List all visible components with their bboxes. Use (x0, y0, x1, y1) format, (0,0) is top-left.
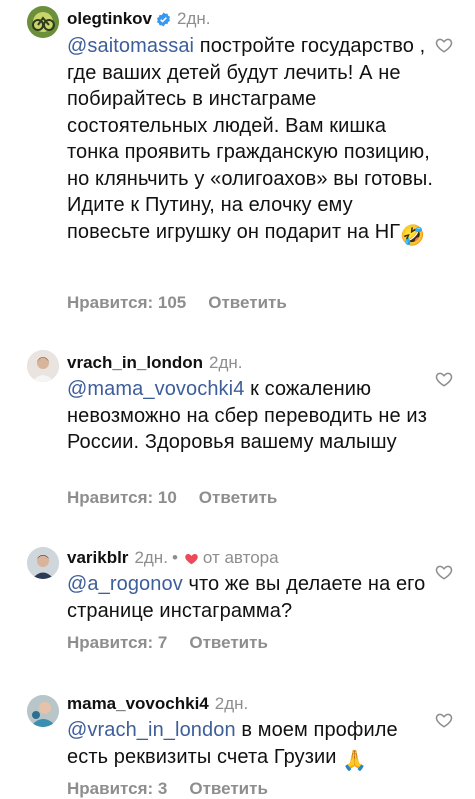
mention-link[interactable]: @a_rogonov (67, 573, 183, 595)
separator-dot: • (171, 548, 178, 567)
comment-actions: Нравится: 105 Ответить (67, 293, 287, 313)
avatar[interactable] (27, 547, 59, 579)
likes-count[interactable]: Нравится: 10 (67, 488, 177, 507)
username[interactable]: mama_vovochki4 (67, 694, 209, 713)
like-heart-icon[interactable] (435, 711, 453, 729)
mention-link[interactable]: @vrach_in_london (67, 719, 236, 741)
mention-link[interactable]: @mama_vovochki4 (67, 378, 244, 400)
comment-text: @vrach_in_london в моем профиле есть рек… (67, 717, 437, 774)
reply-button[interactable]: Ответить (199, 488, 278, 507)
verified-badge-icon (156, 11, 171, 33)
author-heart-icon (184, 549, 199, 571)
timestamp: 2дн. (214, 694, 249, 713)
comment-text: @saitomassai постройте государство , где… (67, 33, 437, 249)
comment-actions: Нравится: 7 Ответить (67, 633, 268, 653)
rofl-emoji: 🤣 (400, 224, 426, 247)
timestamp: 2дн. (209, 353, 243, 372)
comment-text: @a_rogonov что же вы делаете на его стра… (67, 571, 437, 624)
likes-count[interactable]: Нравится: 7 (67, 633, 167, 652)
comment-header: olegtinkov 2дн. (67, 8, 211, 33)
reply-button[interactable]: Ответить (189, 779, 268, 798)
avatar[interactable] (27, 350, 59, 382)
comment-header: vrach_in_london 2дн. (67, 352, 243, 374)
comment-actions: Нравится: 10 Ответить (67, 488, 277, 508)
comment-text: @mama_vovochki4 к сожалению невозможно н… (67, 376, 437, 456)
avatar[interactable] (27, 6, 59, 38)
timestamp: 2дн. (134, 548, 168, 567)
like-heart-icon[interactable] (435, 36, 453, 54)
likes-count[interactable]: Нравится: 3 (67, 779, 167, 798)
like-heart-icon[interactable] (435, 563, 453, 581)
username[interactable]: varikblr (67, 548, 128, 567)
likes-count[interactable]: Нравится: 105 (67, 293, 186, 312)
comment-header: varikblr 2дн. • от автора (67, 547, 279, 571)
comment-actions: Нравится: 3 Ответить (67, 779, 268, 799)
liked-by-author-label: от автора (202, 548, 279, 567)
comment-header: mama_vovochki4 2дн. (67, 693, 248, 715)
like-heart-icon[interactable] (435, 370, 453, 388)
reply-button[interactable]: Ответить (208, 293, 287, 312)
reply-button[interactable]: Ответить (189, 633, 268, 652)
pray-emoji: 🙏 (342, 749, 368, 772)
avatar[interactable] (27, 695, 59, 727)
timestamp: 2дн. (177, 9, 211, 28)
mention-link[interactable]: @saitomassai (67, 35, 194, 57)
username[interactable]: vrach_in_london (67, 353, 203, 372)
username[interactable]: olegtinkov (67, 9, 152, 28)
comment-body: постройте государство , где ваших детей … (67, 35, 433, 243)
